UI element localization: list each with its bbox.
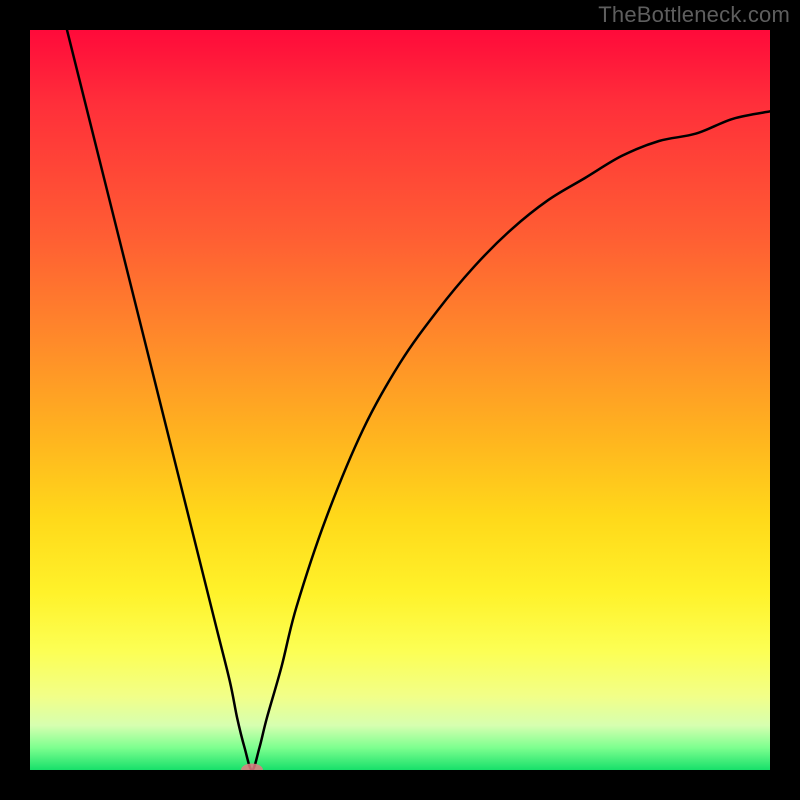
- watermark-text: TheBottleneck.com: [598, 2, 790, 28]
- bottleneck-curve: [30, 30, 770, 770]
- minimum-marker: [241, 764, 263, 771]
- plot-area: [30, 30, 770, 770]
- chart-frame: TheBottleneck.com: [0, 0, 800, 800]
